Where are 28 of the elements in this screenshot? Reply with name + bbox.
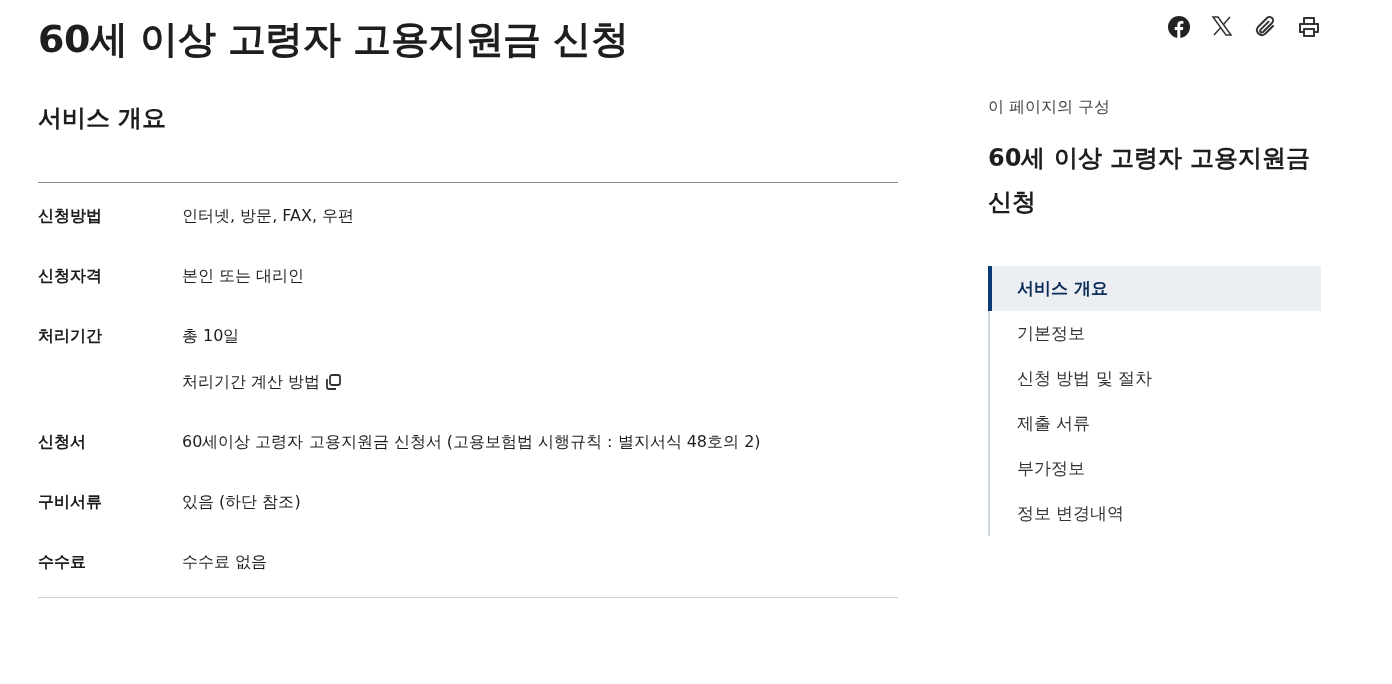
row-value: 60세이상 고령자 고용지원금 신청서 (고용보험법 시행규칙 : 별지서식 48호의 2): [182, 431, 761, 453]
toc-title: 60세 이상 고령자 고용지원금 신청: [988, 143, 1312, 218]
row-label: 구비서류: [38, 491, 103, 513]
row-value: 본인 또는 대리인: [182, 265, 305, 287]
row-value: 수수료 없음: [182, 551, 268, 573]
toc-item[interactable]: 기본정보: [990, 311, 1321, 356]
row-label: 신청서: [38, 431, 87, 453]
row-label: 신청방법: [38, 205, 103, 227]
row-label: 신청자격: [38, 265, 103, 287]
toc-item[interactable]: 정보 변경내역: [990, 491, 1321, 536]
toc-item[interactable]: 신청 방법 및 절차: [990, 356, 1321, 401]
calculation-link[interactable]: 처리기간 계산 방법: [182, 371, 343, 393]
row-label: 수수료: [38, 551, 87, 573]
page-title: 60세 이상 고령자 고용지원금 신청: [38, 16, 630, 63]
toc-item[interactable]: 제출 서류: [990, 401, 1321, 446]
section-title: 서비스 개요: [38, 103, 168, 134]
copy-icon: [324, 373, 343, 391]
paperclip-icon[interactable]: [1253, 15, 1277, 39]
toc-item[interactable]: 부가정보: [990, 446, 1321, 491]
row-value: 인터넷, 방문, FAX, 우편: [182, 205, 355, 227]
print-icon[interactable]: [1297, 15, 1321, 39]
facebook-icon[interactable]: [1167, 15, 1191, 39]
toc-item[interactable]: 서비스 개요: [988, 266, 1321, 311]
row-label: 처리기간: [38, 325, 103, 347]
toc-caption: 이 페이지의 구성: [988, 97, 1112, 118]
row-value: 있음 (하단 참조): [182, 491, 301, 513]
row-value: 총 10일: [182, 325, 241, 347]
x-icon[interactable]: [1211, 15, 1233, 37]
